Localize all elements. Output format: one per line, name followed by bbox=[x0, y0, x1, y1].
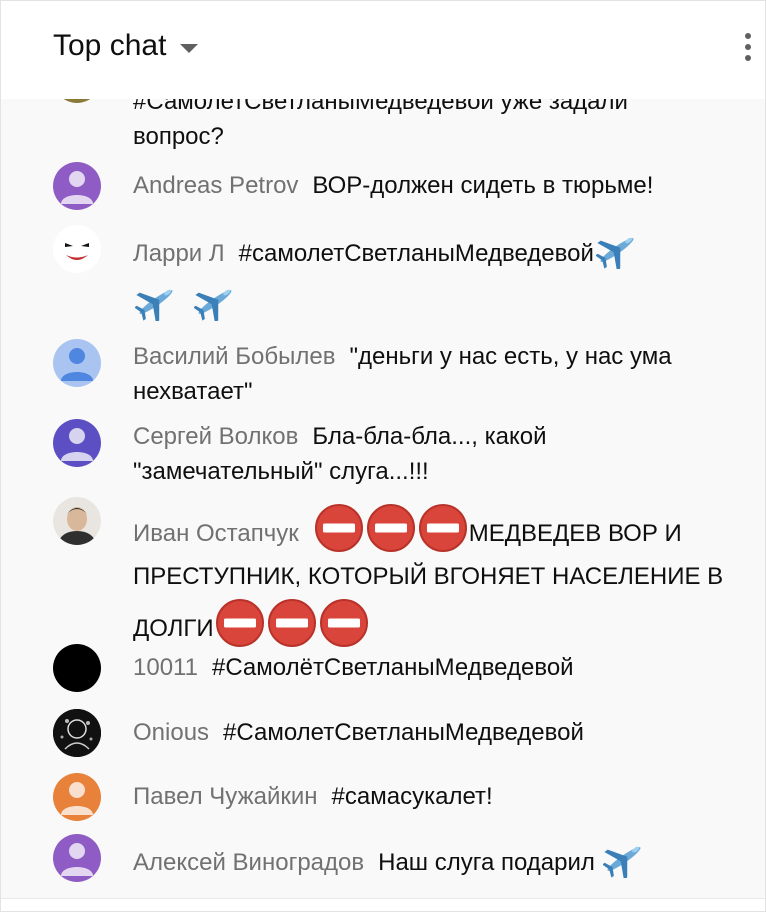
avatar[interactable] bbox=[53, 99, 101, 103]
joker-avatar-icon bbox=[53, 225, 101, 273]
airplane-emoji-icon bbox=[135, 283, 177, 321]
airplane-emoji-icon bbox=[194, 283, 236, 321]
caret-down-icon bbox=[180, 43, 199, 53]
avatar[interactable] bbox=[53, 162, 101, 210]
message-body: #СамолетСветланыМедведевой bbox=[223, 719, 584, 746]
author-name[interactable]: Павел Чужайкин bbox=[133, 783, 318, 810]
live-chat-panel: Top chat #СамолетСветланыМедведевой уже … bbox=[0, 0, 766, 912]
message-text: Василий Бобылев "деньги у нас есть, у нас… bbox=[133, 339, 725, 409]
message-text: Onious #СамолетСветланыМедведевой bbox=[133, 715, 725, 750]
author-name[interactable]: Иван Остапчук bbox=[133, 520, 299, 547]
avatar[interactable] bbox=[53, 644, 101, 692]
author-name[interactable]: Onious bbox=[133, 719, 209, 746]
message-text: Иван Остапчук МЕДВЕДЕВ ВОР И ПРЕСТУПНИК, … bbox=[133, 503, 725, 650]
author-name[interactable]: Василий Бобылев bbox=[133, 343, 335, 370]
no-entry-emoji-icon bbox=[418, 503, 468, 553]
message-text-line: #СамолетСветланыМедведевой уже задали bbox=[133, 99, 628, 115]
avatar[interactable] bbox=[53, 773, 101, 821]
avatar[interactable] bbox=[53, 225, 101, 273]
message-body: #СамолётСветланыМедведевой bbox=[211, 654, 574, 681]
no-entry-emoji-icon bbox=[314, 503, 364, 553]
chat-header: Top chat bbox=[1, 1, 765, 99]
header-title: Top chat bbox=[53, 29, 167, 62]
message-text: Павел Чужайкин #самасукалет! bbox=[133, 779, 725, 814]
person-icon bbox=[61, 348, 93, 381]
no-entry-emoji-icon bbox=[215, 598, 265, 648]
person-icon bbox=[53, 773, 101, 821]
no-entry-emoji-icon bbox=[366, 503, 416, 553]
no-entry-emoji-icon bbox=[267, 598, 317, 648]
avatar[interactable] bbox=[53, 339, 101, 387]
airplane-emoji-icon bbox=[596, 231, 638, 269]
message-text: Сергей Волков Бла-бла-бла..., какой "заме… bbox=[133, 419, 725, 489]
message-body: #самасукалет! bbox=[331, 783, 493, 810]
chat-footer-divider bbox=[1, 898, 765, 911]
chat-message-list[interactable]: #СамолетСветланыМедведевой уже задали во… bbox=[1, 99, 765, 899]
person-icon bbox=[53, 834, 101, 882]
top-chat-dropdown[interactable]: Top chat bbox=[53, 29, 199, 63]
message-body: #самолетСветланыМедведевой bbox=[238, 240, 594, 267]
person-icon bbox=[53, 419, 101, 467]
message-body: ВОР-должен сидеть в тюрьме! bbox=[312, 172, 654, 199]
avatar[interactable] bbox=[53, 419, 101, 467]
author-name[interactable]: Алексей Виноградов bbox=[133, 849, 364, 876]
person-icon bbox=[53, 162, 101, 210]
message-text: #СамолетСветланыМедведевой уже задали во… bbox=[133, 99, 725, 154]
message-text: 10011 #СамолётСветланыМедведевой bbox=[133, 650, 725, 685]
avatar[interactable] bbox=[53, 834, 101, 882]
avatar[interactable] bbox=[53, 497, 101, 545]
message-text: Andreas Petrov ВОР-должен сидеть в тюрьме… bbox=[133, 168, 725, 203]
no-entry-emoji-icon bbox=[319, 598, 369, 648]
message-text: Ларри Л #самолетСветланыМедведевой bbox=[133, 231, 725, 323]
message-text-line: вопрос? bbox=[133, 123, 224, 150]
user-photo-icon bbox=[53, 497, 101, 545]
author-name[interactable]: 10011 bbox=[133, 654, 198, 681]
sketch-avatar-icon bbox=[53, 709, 101, 757]
avatar[interactable] bbox=[53, 709, 101, 757]
author-name[interactable]: Сергей Волков bbox=[133, 423, 298, 450]
author-name[interactable]: Ларри Л bbox=[133, 240, 225, 267]
airplane-emoji-icon bbox=[603, 840, 645, 878]
message-text: Алексей Виноградов Наш слуга подарил bbox=[133, 840, 725, 880]
message-body: Наш слуга подарил bbox=[378, 849, 595, 876]
author-name[interactable]: Andreas Petrov bbox=[133, 172, 298, 199]
more-vertical-icon[interactable] bbox=[741, 33, 755, 67]
